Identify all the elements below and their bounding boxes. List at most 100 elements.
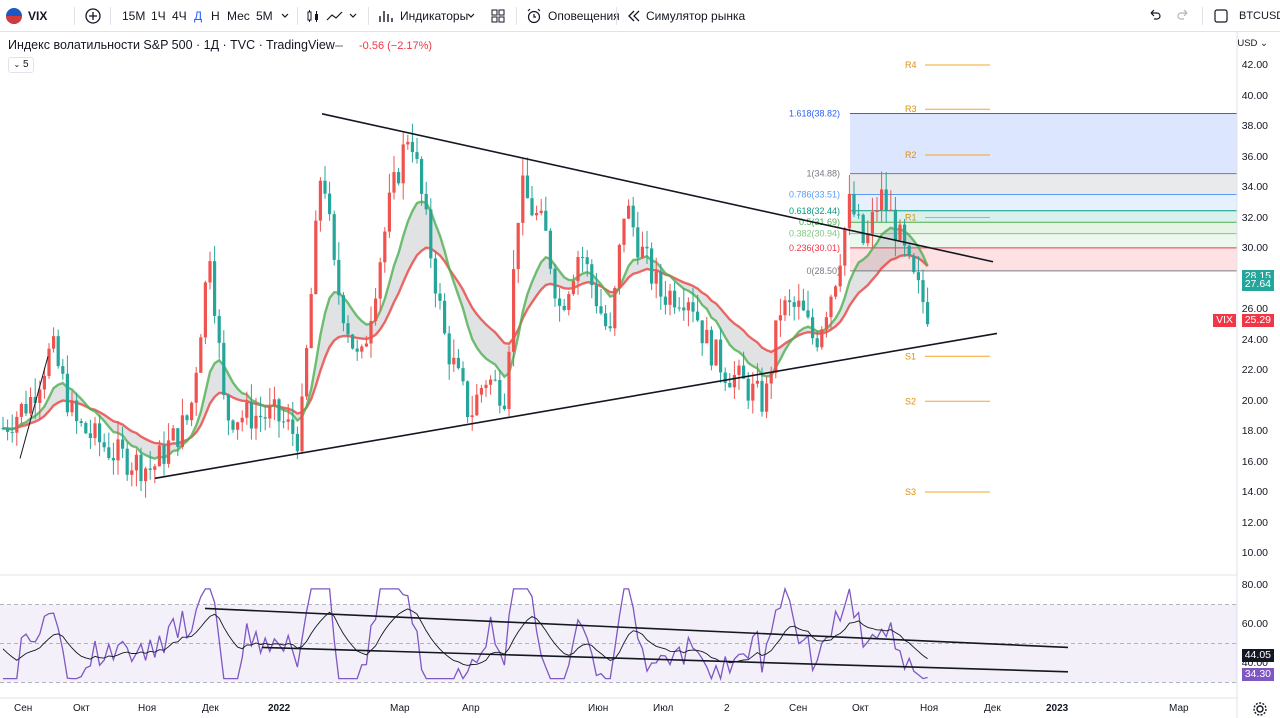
interval-1m[interactable]: Мес — [227, 0, 250, 32]
candle-body — [6, 428, 10, 432]
candle-body — [521, 175, 525, 223]
candle-body — [861, 214, 865, 244]
candle-body — [134, 454, 138, 471]
gear-icon[interactable] — [1252, 701, 1268, 717]
chevron-down-icon — [467, 13, 475, 18]
candle-body — [392, 172, 396, 193]
candle-body — [755, 380, 759, 384]
grid-layout-icon — [491, 9, 505, 23]
candle-body — [466, 381, 470, 418]
add-symbol-icon — [85, 8, 101, 24]
rsi-axis-label: 80.00 — [1241, 579, 1268, 591]
last-price-tag: 25.29 — [1241, 313, 1274, 327]
interval-1h[interactable]: 1Ч — [151, 0, 166, 32]
fib-band — [850, 173, 1237, 195]
chart-legend-title: Индекс волатильности S&P 500 · 1Д · TVC … — [8, 38, 335, 52]
candle-body — [42, 375, 46, 390]
candle-body — [765, 383, 769, 412]
time-axis-label: 2023 — [1046, 703, 1069, 714]
candle-body — [507, 351, 511, 410]
replay-button[interactable]: Симулятор рынка — [626, 0, 745, 32]
alerts-label: Оповещения — [548, 9, 620, 23]
candle-body — [171, 428, 175, 441]
interval-15m[interactable]: 15М — [122, 0, 145, 32]
candle-body — [107, 447, 111, 458]
symbol-checkbox[interactable] — [1213, 0, 1229, 32]
candle-body — [102, 442, 106, 448]
candle-body — [208, 261, 212, 283]
candle-body — [461, 368, 465, 382]
candle-body — [378, 262, 382, 299]
candle-body — [838, 265, 842, 287]
candle-body — [429, 209, 433, 259]
legend-change: -0.56 (−2.17%) — [359, 40, 433, 52]
fib-band — [850, 222, 1237, 234]
candle-body — [558, 298, 562, 306]
layout-button[interactable] — [490, 0, 506, 32]
divider — [74, 7, 75, 25]
interval-dropdown[interactable] — [280, 0, 290, 32]
legend-collapse-count: 5 — [22, 59, 29, 70]
redo-button[interactable] — [1176, 0, 1192, 32]
divider — [516, 7, 517, 25]
candle-body — [760, 380, 764, 412]
ema-fast-line — [2, 200, 929, 460]
candle-body — [346, 323, 350, 335]
chevron-down-icon: ⌄ — [13, 60, 21, 69]
candle-body — [176, 428, 180, 447]
interval-1d[interactable]: Д — [194, 0, 202, 32]
interval-label: 5М — [256, 9, 273, 23]
candle-body — [475, 394, 479, 416]
triangle-lower-trendline[interactable] — [154, 332, 998, 480]
interval-4h[interactable]: 4Ч — [172, 0, 187, 32]
price-axis-label: 24.00 — [1241, 333, 1268, 346]
symbol-search-button[interactable]: VIX — [6, 0, 47, 32]
undo-button[interactable] — [1146, 0, 1162, 32]
candle-body — [360, 346, 364, 352]
candle-body — [870, 211, 874, 234]
candle-body — [640, 246, 644, 258]
chart-type-button[interactable] — [305, 0, 321, 32]
divider — [297, 7, 298, 25]
interval-5m[interactable]: 5М — [256, 0, 273, 32]
candle-body — [328, 193, 332, 215]
pivot-label: R1 — [905, 213, 917, 223]
rsi-pane[interactable] — [0, 586, 1237, 683]
line-tool-button[interactable] — [326, 0, 358, 32]
redo-icon — [1177, 9, 1188, 20]
candle-body — [56, 336, 60, 367]
candle-body — [447, 333, 451, 365]
candle-body — [926, 302, 930, 325]
interval-1w[interactable]: Н — [211, 0, 220, 32]
time-axis-label: Окт — [73, 703, 90, 714]
candle-body — [645, 246, 649, 249]
candle-body — [52, 336, 56, 349]
fib-level-label: 0.382(30.94) — [789, 229, 840, 239]
compare-button[interactable] — [84, 0, 102, 32]
candle-body — [498, 380, 502, 406]
time-axis-label: Мар — [1169, 703, 1189, 714]
candle-body — [650, 248, 654, 284]
candle-body — [15, 416, 19, 433]
candle-body — [116, 439, 120, 461]
indicators-dropdown[interactable] — [466, 0, 476, 32]
fib-level-label: 0.786(33.51) — [789, 189, 840, 199]
legend-collapse-button[interactable]: ⌄ 5 — [8, 57, 34, 73]
candle-body — [148, 468, 152, 470]
candle-body — [788, 300, 792, 303]
candle-body — [203, 282, 207, 338]
legend-menu-icon[interactable] — [333, 40, 345, 52]
indicators-button[interactable]: Индикаторы — [378, 0, 468, 32]
right-symbol-label[interactable]: BTCUSD — [1239, 0, 1280, 32]
candle-body — [512, 269, 516, 352]
currency-label[interactable]: USD ⌄ — [1237, 38, 1268, 49]
candle-body — [217, 315, 221, 343]
price-chart[interactable]: 1.618(38.82) 1(34.88) 0.786(33.51) 0.618(32… — [0, 32, 1280, 718]
alerts-button[interactable]: Оповещения — [526, 0, 620, 32]
candle-body — [852, 193, 856, 215]
candle-body — [47, 348, 51, 376]
candle-body — [516, 222, 520, 270]
candle-body — [98, 423, 102, 443]
fib-band — [850, 113, 1237, 174]
candle-body — [857, 214, 861, 216]
